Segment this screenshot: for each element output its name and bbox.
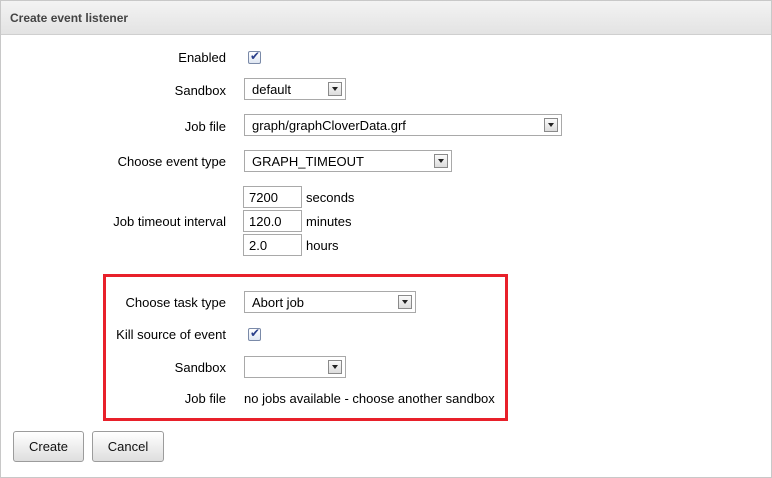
- eventtype-select-value: GRAPH_TIMEOUT: [252, 154, 364, 169]
- dropdown-arrow-icon[interactable]: [544, 118, 558, 132]
- timeout-seconds-input[interactable]: [243, 186, 302, 208]
- checkmark-icon: ✔: [250, 326, 261, 340]
- dropdown-arrow-icon[interactable]: [328, 360, 342, 374]
- sandbox-select[interactable]: default: [244, 78, 346, 100]
- tasktype-label: Choose task type: [125, 295, 226, 310]
- task-jobfile-label: Job file: [184, 391, 226, 406]
- jobfile-label: Job file: [184, 119, 226, 134]
- kill-source-label: Kill source of event: [116, 327, 226, 342]
- timeout-minutes-input[interactable]: [243, 210, 302, 232]
- task-sandbox-label: Sandbox: [174, 360, 226, 375]
- enabled-label: Enabled: [178, 50, 226, 65]
- create-button[interactable]: Create: [13, 431, 84, 462]
- dropdown-arrow-icon[interactable]: [328, 82, 342, 96]
- jobfile-select-value: graph/graphCloverData.grf: [252, 118, 406, 133]
- tasktype-select-value: Abort job: [252, 295, 305, 310]
- panel-title: Create event listener: [10, 11, 129, 25]
- sandbox-select-value: default: [252, 82, 292, 97]
- cancel-button[interactable]: Cancel: [92, 431, 164, 462]
- unit-seconds-label: seconds: [306, 190, 355, 205]
- sandbox-label: Sandbox: [174, 83, 226, 98]
- dropdown-arrow-icon[interactable]: [398, 295, 412, 309]
- tasktype-select[interactable]: Abort job: [244, 291, 416, 313]
- task-jobfile-message: no jobs available - choose another sandb…: [244, 391, 495, 406]
- dropdown-arrow-icon[interactable]: [434, 154, 448, 168]
- enabled-checkbox[interactable]: ✔: [248, 49, 261, 64]
- unit-hours-label: hours: [306, 238, 339, 253]
- timeout-label: Job timeout interval: [113, 214, 226, 229]
- timeout-hours-input[interactable]: [243, 234, 302, 256]
- jobfile-select[interactable]: graph/graphCloverData.grf: [244, 114, 562, 136]
- task-sandbox-select[interactable]: [244, 356, 346, 378]
- create-event-listener-panel: Create event listener Enabled ✔ Sandbox …: [0, 0, 772, 478]
- eventtype-select[interactable]: GRAPH_TIMEOUT: [244, 150, 452, 172]
- panel-header: Create event listener: [1, 1, 771, 35]
- checkmark-icon: ✔: [250, 49, 261, 63]
- eventtype-label: Choose event type: [117, 154, 226, 169]
- unit-minutes-label: minutes: [306, 214, 352, 229]
- kill-source-checkbox[interactable]: ✔: [248, 326, 261, 341]
